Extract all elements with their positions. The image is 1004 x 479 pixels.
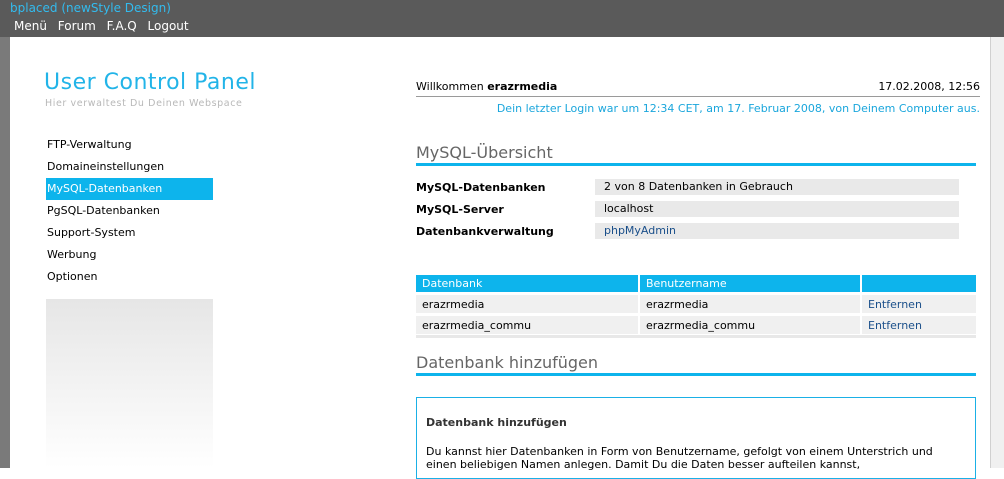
top-menu: Menü Forum F.A.Q Logout bbox=[14, 19, 196, 33]
add-database-box: Datenbank hinzufügen Du kannst hier Date… bbox=[416, 397, 976, 479]
menu-item-forum[interactable]: Forum bbox=[58, 19, 96, 33]
remove-link[interactable]: Entfernen bbox=[868, 298, 922, 311]
phpmyadmin-link[interactable]: phpMyAdmin bbox=[604, 224, 676, 237]
table-footer bbox=[416, 335, 976, 338]
panel-title: User Control Panel bbox=[44, 70, 257, 95]
overview-heading: MySQL-Übersicht bbox=[416, 143, 553, 162]
cell-database: erazrmedia_commu bbox=[416, 316, 638, 334]
username: erazrmedia bbox=[487, 80, 558, 93]
overview-heading-line bbox=[416, 163, 976, 166]
scrollbar[interactable] bbox=[990, 37, 1004, 468]
top-bar: bplaced (newStyle Design) Menü Forum F.A… bbox=[0, 0, 1004, 37]
value-db-admin: phpMyAdmin bbox=[595, 223, 959, 239]
remove-link[interactable]: Entfernen bbox=[868, 319, 922, 332]
add-box-text: Du kannst hier Datenbanken in Form von B… bbox=[426, 445, 933, 471]
left-frame bbox=[0, 37, 10, 468]
site-title[interactable]: bplaced (newStyle Design) bbox=[10, 1, 171, 15]
col-header-database: Datenbank bbox=[416, 275, 638, 292]
cell-action: Entfernen bbox=[860, 316, 976, 334]
sidebar-item-werbung[interactable]: Werbung bbox=[46, 244, 213, 266]
sidebar-nav: FTP-Verwaltung Domaineinstellungen MySQL… bbox=[46, 134, 213, 288]
sidebar-item-support[interactable]: Support-System bbox=[46, 222, 213, 244]
welcome-text: Willkommen erazrmedia bbox=[416, 80, 557, 93]
table-row: erazrmedia erazrmedia Entfernen bbox=[416, 295, 976, 313]
value-mysql-databases: 2 von 8 Datenbanken in Gebrauch bbox=[595, 179, 959, 195]
sidebar-item-mysql[interactable]: MySQL-Datenbanken bbox=[46, 178, 213, 200]
sidebar-item-ftp[interactable]: FTP-Verwaltung bbox=[46, 134, 213, 156]
label-db-admin: Datenbankverwaltung bbox=[416, 225, 554, 238]
cell-database: erazrmedia bbox=[416, 295, 638, 313]
sidebar-decoration bbox=[46, 299, 213, 468]
sidebar-item-optionen[interactable]: Optionen bbox=[46, 266, 213, 288]
cell-username: erazrmedia_commu bbox=[638, 316, 860, 334]
table-row: erazrmedia_commu erazrmedia_commu Entfer… bbox=[416, 316, 976, 334]
menu-item-logout[interactable]: Logout bbox=[148, 19, 189, 33]
cell-action: Entfernen bbox=[860, 295, 976, 313]
last-login-info: Dein letzter Login war um 12:34 CET, am … bbox=[496, 102, 980, 115]
col-header-action bbox=[860, 275, 976, 292]
col-header-username: Benutzername bbox=[638, 275, 860, 292]
label-mysql-databases: MySQL-Datenbanken bbox=[416, 181, 546, 194]
sidebar-item-pgsql[interactable]: PgSQL-Datenbanken bbox=[46, 200, 213, 222]
database-table: Datenbank Benutzername erazrmedia erazrm… bbox=[416, 272, 976, 337]
header-divider bbox=[416, 96, 980, 97]
add-heading-line bbox=[416, 373, 976, 376]
panel-subtitle: Hier verwaltest Du Deinen Webspace bbox=[45, 98, 243, 109]
value-mysql-server: localhost bbox=[595, 201, 959, 217]
menu-item-faq[interactable]: F.A.Q bbox=[107, 19, 137, 33]
table-header: Datenbank Benutzername bbox=[416, 275, 976, 292]
menu-item-menu[interactable]: Menü bbox=[14, 19, 47, 33]
datetime: 17.02.2008, 12:56 bbox=[878, 80, 980, 93]
add-box-title: Datenbank hinzufügen bbox=[426, 416, 567, 429]
cell-username: erazrmedia bbox=[638, 295, 860, 313]
label-mysql-server: MySQL-Server bbox=[416, 203, 504, 216]
add-heading: Datenbank hinzufügen bbox=[416, 353, 599, 372]
welcome-prefix: Willkommen bbox=[416, 80, 484, 93]
sidebar-item-domains[interactable]: Domaineinstellungen bbox=[46, 156, 213, 178]
